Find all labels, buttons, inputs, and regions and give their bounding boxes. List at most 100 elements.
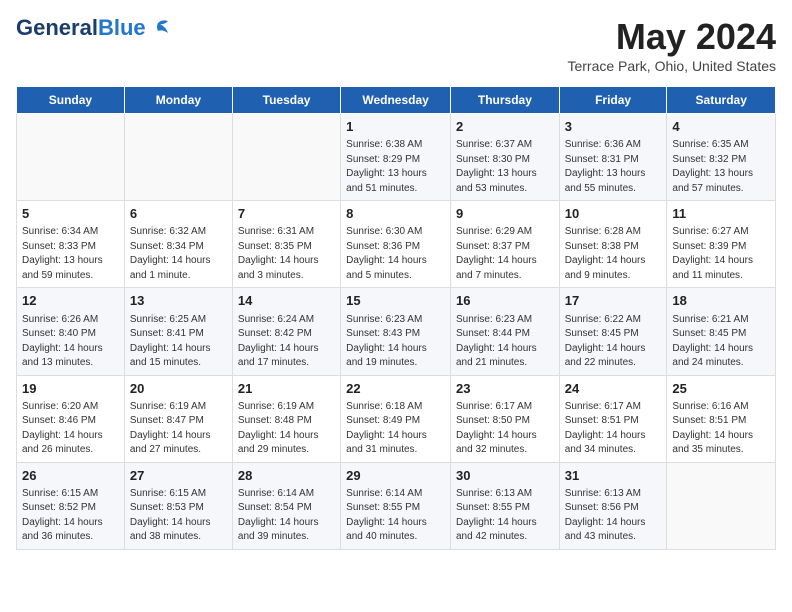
cell-info: Sunrise: 6:20 AMSunset: 8:46 PMDaylight:… bbox=[22, 400, 119, 458]
day-number: 10 bbox=[565, 205, 662, 223]
calendar-cell: 17 Sunrise: 6:22 AMSunset: 8:45 PMDayligh… bbox=[559, 288, 667, 375]
day-number: 4 bbox=[672, 118, 770, 136]
day-number: 28 bbox=[238, 467, 335, 485]
cell-info: Sunrise: 6:15 AMSunset: 8:52 PMDaylight:… bbox=[22, 487, 119, 545]
calendar-cell: 23 Sunrise: 6:17 AMSunset: 8:50 PMDayligh… bbox=[450, 375, 559, 462]
cell-info: Sunrise: 6:19 AMSunset: 8:48 PMDaylight:… bbox=[238, 400, 335, 458]
calendar-cell bbox=[232, 114, 340, 201]
day-number: 22 bbox=[346, 380, 445, 398]
calendar-header: SundayMondayTuesdayWednesdayThursdayFrid… bbox=[17, 87, 776, 114]
logo-bird-icon bbox=[148, 19, 170, 37]
calendar-cell bbox=[667, 462, 776, 549]
logo: GeneralBlue bbox=[16, 16, 170, 40]
cell-info: Sunrise: 6:13 AMSunset: 8:56 PMDaylight:… bbox=[565, 487, 662, 545]
calendar-cell: 6 Sunrise: 6:32 AMSunset: 8:34 PMDaylight… bbox=[124, 201, 232, 288]
page-header: GeneralBlue May 2024 Terrace Park, Ohio,… bbox=[16, 16, 776, 74]
day-number: 17 bbox=[565, 292, 662, 310]
cell-info: Sunrise: 6:16 AMSunset: 8:51 PMDaylight:… bbox=[672, 400, 770, 458]
calendar-cell: 12Sunrise: 6:26 AMSunset: 8:40 PMDayligh… bbox=[17, 288, 125, 375]
cell-info: Sunrise: 6:17 AMSunset: 8:51 PMDaylight:… bbox=[565, 400, 662, 458]
calendar-cell: 13 Sunrise: 6:25 AMSunset: 8:41 PMDayligh… bbox=[124, 288, 232, 375]
cell-info: Sunrise: 6:19 AMSunset: 8:47 PMDaylight:… bbox=[130, 400, 227, 458]
day-number: 30 bbox=[456, 467, 554, 485]
calendar-cell: 7Sunrise: 6:31 AMSunset: 8:35 PMDaylight… bbox=[232, 201, 340, 288]
day-number: 26 bbox=[22, 467, 119, 485]
cell-info: Sunrise: 6:17 AMSunset: 8:50 PMDaylight:… bbox=[456, 400, 554, 458]
cell-info: Sunrise: 6:24 AMSunset: 8:42 PMDaylight:… bbox=[238, 313, 335, 371]
cell-info: Sunrise: 6:38 AMSunset: 8:29 PMDaylight:… bbox=[346, 138, 445, 196]
day-number: 12 bbox=[22, 292, 119, 310]
day-number: 20 bbox=[130, 380, 227, 398]
weekday-header: Thursday bbox=[450, 87, 559, 114]
calendar-cell: 20 Sunrise: 6:19 AMSunset: 8:47 PMDayligh… bbox=[124, 375, 232, 462]
cell-info: Sunrise: 6:18 AMSunset: 8:49 PMDaylight:… bbox=[346, 400, 445, 458]
calendar-cell: 11 Sunrise: 6:27 AMSunset: 8:39 PMDayligh… bbox=[667, 201, 776, 288]
weekday-header: Sunday bbox=[17, 87, 125, 114]
day-number: 29 bbox=[346, 467, 445, 485]
day-number: 8 bbox=[346, 205, 445, 223]
day-number: 24 bbox=[565, 380, 662, 398]
calendar-cell: 8 Sunrise: 6:30 AMSunset: 8:36 PMDaylight… bbox=[341, 201, 451, 288]
cell-info: Sunrise: 6:31 AMSunset: 8:35 PMDaylight:… bbox=[238, 225, 335, 283]
calendar-cell: 4 Sunrise: 6:35 AMSunset: 8:32 PMDaylight… bbox=[667, 114, 776, 201]
cell-info: Sunrise: 6:23 AMSunset: 8:44 PMDaylight:… bbox=[456, 313, 554, 371]
calendar-cell: 28 Sunrise: 6:14 AMSunset: 8:54 PMDayligh… bbox=[232, 462, 340, 549]
day-number: 25 bbox=[672, 380, 770, 398]
cell-info: Sunrise: 6:32 AMSunset: 8:34 PMDaylight:… bbox=[130, 225, 227, 283]
calendar-cell: 29 Sunrise: 6:14 AMSunset: 8:55 PMDayligh… bbox=[341, 462, 451, 549]
cell-info: Sunrise: 6:14 AMSunset: 8:54 PMDaylight:… bbox=[238, 487, 335, 545]
day-number: 13 bbox=[130, 292, 227, 310]
calendar-cell: 10Sunrise: 6:28 AMSunset: 8:38 PMDayligh… bbox=[559, 201, 667, 288]
cell-info: Sunrise: 6:22 AMSunset: 8:45 PMDaylight:… bbox=[565, 313, 662, 371]
day-number: 2 bbox=[456, 118, 554, 136]
weekday-header: Tuesday bbox=[232, 87, 340, 114]
weekday-header: Friday bbox=[559, 87, 667, 114]
day-number: 27 bbox=[130, 467, 227, 485]
title-block: May 2024 Terrace Park, Ohio, United Stat… bbox=[567, 16, 776, 74]
calendar-cell: 31 Sunrise: 6:13 AMSunset: 8:56 PMDayligh… bbox=[559, 462, 667, 549]
calendar-cell: 26 Sunrise: 6:15 AMSunset: 8:52 PMDayligh… bbox=[17, 462, 125, 549]
calendar-cell: 25 Sunrise: 6:16 AMSunset: 8:51 PMDayligh… bbox=[667, 375, 776, 462]
cell-info: Sunrise: 6:35 AMSunset: 8:32 PMDaylight:… bbox=[672, 138, 770, 196]
calendar-cell: 30 Sunrise: 6:13 AMSunset: 8:55 PMDayligh… bbox=[450, 462, 559, 549]
day-number: 31 bbox=[565, 467, 662, 485]
calendar-cell: 24 Sunrise: 6:17 AMSunset: 8:51 PMDayligh… bbox=[559, 375, 667, 462]
day-number: 15 bbox=[346, 292, 445, 310]
cell-info: Sunrise: 6:27 AMSunset: 8:39 PMDaylight:… bbox=[672, 225, 770, 283]
day-number: 9 bbox=[456, 205, 554, 223]
day-number: 11 bbox=[672, 205, 770, 223]
cell-info: Sunrise: 6:21 AMSunset: 8:45 PMDaylight:… bbox=[672, 313, 770, 371]
calendar-cell: 21 Sunrise: 6:19 AMSunset: 8:48 PMDayligh… bbox=[232, 375, 340, 462]
calendar-cell: 19 Sunrise: 6:20 AMSunset: 8:46 PMDayligh… bbox=[17, 375, 125, 462]
calendar-cell: 5Sunrise: 6:34 AMSunset: 8:33 PMDaylight… bbox=[17, 201, 125, 288]
cell-info: Sunrise: 6:14 AMSunset: 8:55 PMDaylight:… bbox=[346, 487, 445, 545]
day-number: 1 bbox=[346, 118, 445, 136]
cell-info: Sunrise: 6:25 AMSunset: 8:41 PMDaylight:… bbox=[130, 313, 227, 371]
day-number: 6 bbox=[130, 205, 227, 223]
cell-info: Sunrise: 6:15 AMSunset: 8:53 PMDaylight:… bbox=[130, 487, 227, 545]
month-title: May 2024 bbox=[567, 16, 776, 58]
calendar-cell bbox=[124, 114, 232, 201]
day-number: 19 bbox=[22, 380, 119, 398]
day-number: 23 bbox=[456, 380, 554, 398]
calendar-cell: 14Sunrise: 6:24 AMSunset: 8:42 PMDayligh… bbox=[232, 288, 340, 375]
day-number: 18 bbox=[672, 292, 770, 310]
calendar-cell: 9Sunrise: 6:29 AMSunset: 8:37 PMDaylight… bbox=[450, 201, 559, 288]
weekday-header: Saturday bbox=[667, 87, 776, 114]
day-number: 21 bbox=[238, 380, 335, 398]
calendar-cell: 15 Sunrise: 6:23 AMSunset: 8:43 PMDayligh… bbox=[341, 288, 451, 375]
calendar-cell: 3Sunrise: 6:36 AMSunset: 8:31 PMDaylight… bbox=[559, 114, 667, 201]
weekday-header: Monday bbox=[124, 87, 232, 114]
calendar-cell: 1 Sunrise: 6:38 AMSunset: 8:29 PMDaylight… bbox=[341, 114, 451, 201]
day-number: 3 bbox=[565, 118, 662, 136]
calendar-cell: 18 Sunrise: 6:21 AMSunset: 8:45 PMDayligh… bbox=[667, 288, 776, 375]
cell-info: Sunrise: 6:23 AMSunset: 8:43 PMDaylight:… bbox=[346, 313, 445, 371]
day-number: 5 bbox=[22, 205, 119, 223]
location-subtitle: Terrace Park, Ohio, United States bbox=[567, 58, 776, 74]
cell-info: Sunrise: 6:37 AMSunset: 8:30 PMDaylight:… bbox=[456, 138, 554, 196]
cell-info: Sunrise: 6:13 AMSunset: 8:55 PMDaylight:… bbox=[456, 487, 554, 545]
cell-info: Sunrise: 6:30 AMSunset: 8:36 PMDaylight:… bbox=[346, 225, 445, 283]
calendar-cell: 27 Sunrise: 6:15 AMSunset: 8:53 PMDayligh… bbox=[124, 462, 232, 549]
day-number: 16 bbox=[456, 292, 554, 310]
calendar-cell: 22 Sunrise: 6:18 AMSunset: 8:49 PMDayligh… bbox=[341, 375, 451, 462]
